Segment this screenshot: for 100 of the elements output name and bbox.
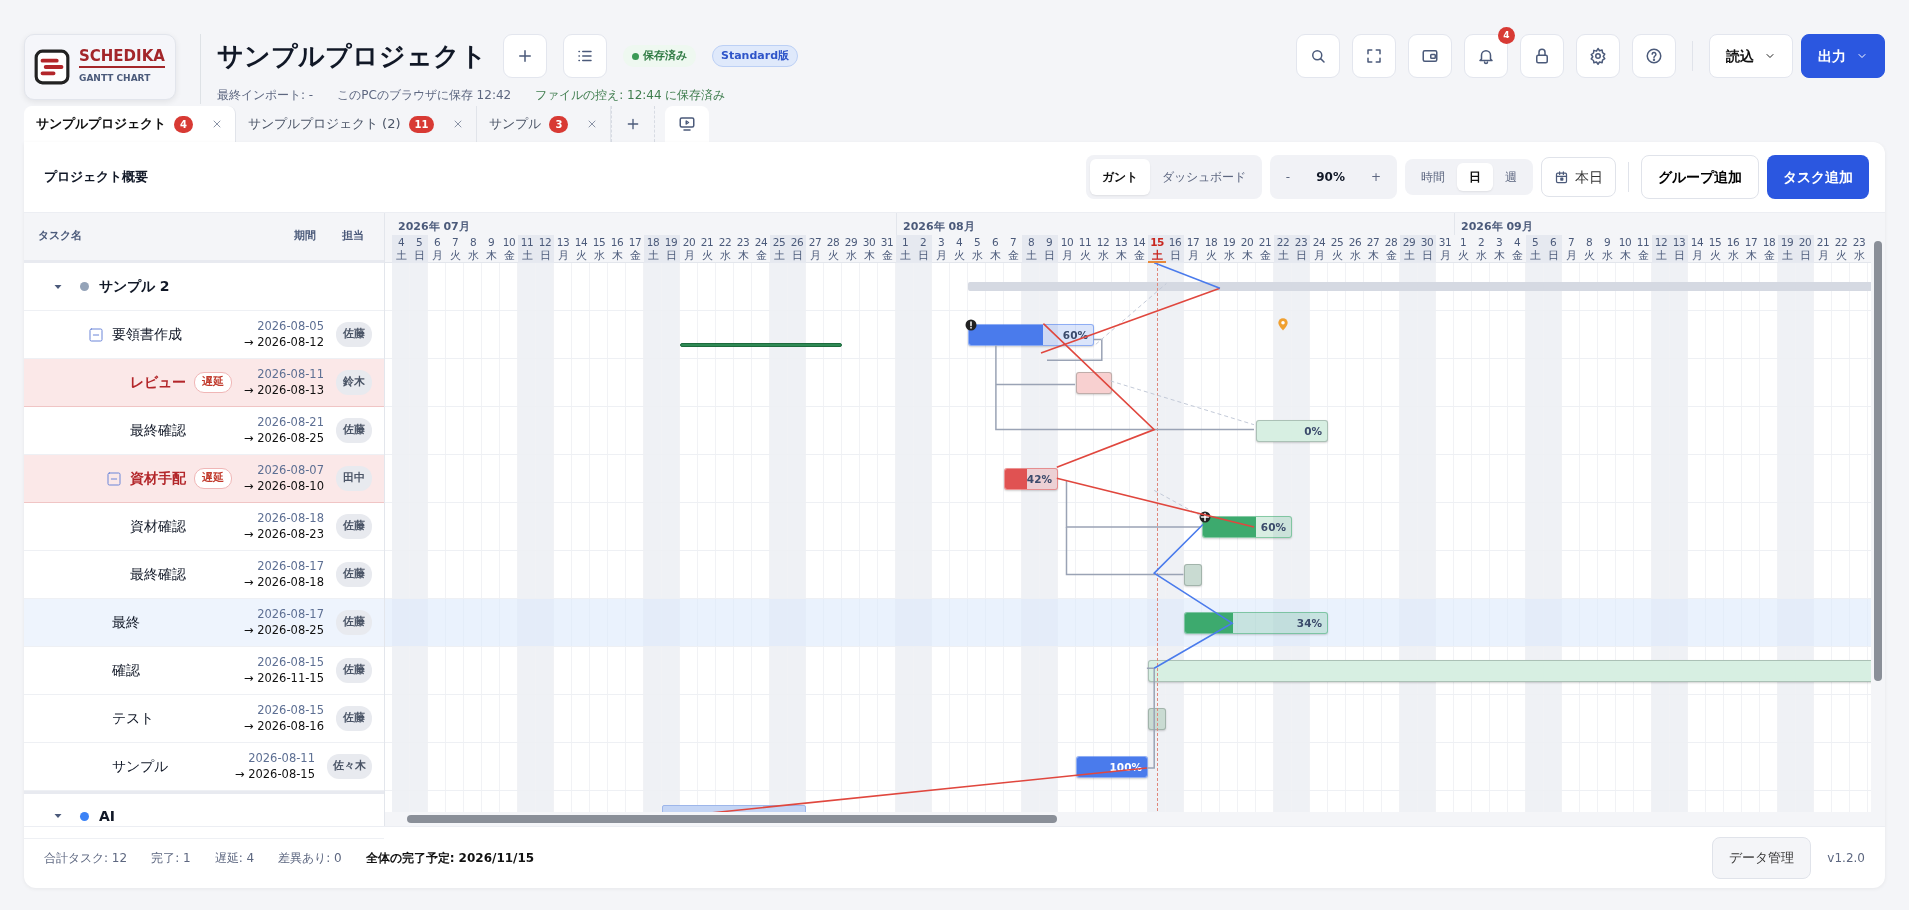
weekday-label: 金	[880, 249, 894, 262]
weekday-label: 水	[1852, 249, 1866, 262]
add-button[interactable]	[503, 34, 547, 78]
add-task-button[interactable]: タスク追加	[1767, 155, 1869, 199]
day-number: 14	[1689, 236, 1705, 249]
assignee-badge: 佐藤	[336, 610, 372, 635]
task-name: 最終確認	[130, 565, 186, 584]
scale-tab[interactable]: 日	[1457, 163, 1493, 191]
day-number: 18	[1761, 236, 1777, 249]
weekday-label: 日	[664, 249, 678, 262]
start-date: 2026-08-11	[247, 751, 315, 767]
day-number: 28	[1383, 236, 1399, 249]
task-bar[interactable]: 42%	[1004, 468, 1058, 490]
footer-stat: 完了: 1	[151, 849, 191, 867]
end-date: → 2026-08-25	[242, 430, 324, 446]
task-bar[interactable]: 60%	[968, 324, 1094, 346]
task-name: テスト	[112, 709, 154, 728]
scale-tab[interactable]: 時間	[1409, 163, 1457, 191]
day-number: 10	[1617, 236, 1633, 249]
day-number: 22	[717, 236, 733, 249]
weekday-label: 日	[1168, 249, 1182, 262]
day-number: 18	[645, 236, 661, 249]
day-number: 2	[918, 236, 928, 249]
task-name: 最終確認	[130, 421, 186, 440]
task-row[interactable]: レビュー 遅延 2026-08-11 → 2026-08-13 鈴木	[24, 359, 384, 407]
weekday-label: 水	[1474, 249, 1488, 262]
task-row[interactable]: 資材手配 遅延 2026-08-07 → 2026-08-10 田中	[24, 455, 384, 503]
settings-button[interactable]	[1576, 34, 1620, 78]
end-date: → 2026-08-13	[242, 382, 324, 398]
column-header: 担当	[342, 228, 364, 245]
weekday-label: 金	[628, 249, 642, 262]
data-management-button[interactable]: データ管理	[1712, 836, 1812, 879]
day-number: 28	[825, 236, 841, 249]
weekday-label: 水	[1600, 249, 1614, 262]
weekday-label: 金	[1762, 249, 1776, 262]
help-icon	[1645, 47, 1663, 65]
day-number: 30	[861, 236, 877, 249]
task-bar[interactable]: 34%	[1184, 612, 1328, 634]
task-row[interactable]: 最終 2026-08-17 → 2026-08-25 佐藤	[24, 599, 384, 647]
weekday-label: 火	[1708, 249, 1722, 262]
month-label: 2026年 09月	[1461, 220, 1533, 233]
group-row[interactable]: AI	[24, 791, 384, 839]
start-date: 2026-08-15	[256, 703, 324, 719]
weekday-label: 木	[988, 249, 1002, 262]
add-group-button[interactable]: グループ追加	[1641, 155, 1759, 199]
save-info: このPCのブラウザに保存 12:42	[337, 87, 512, 104]
day-number: 26	[1347, 236, 1363, 249]
weekday-label: 土	[898, 249, 912, 262]
task-bar[interactable]	[1076, 372, 1112, 394]
collapse-toggle-icon[interactable]	[106, 470, 122, 487]
scale-tab[interactable]: 週	[1493, 163, 1529, 191]
list-button[interactable]	[563, 34, 607, 78]
assignee-badge: 田中	[336, 466, 372, 491]
view-tab[interactable]: ダッシュボード	[1149, 159, 1258, 195]
menu-button[interactable]: 読込	[1709, 34, 1793, 78]
wallet-button[interactable]	[1408, 34, 1452, 78]
day-number: 19	[663, 236, 679, 249]
version-label: v1.2.0	[1827, 849, 1865, 867]
help-button[interactable]	[1632, 34, 1676, 78]
task-name: サンプル	[112, 757, 168, 776]
zoom-out-button[interactable]: -	[1273, 159, 1303, 195]
project-tab[interactable]: サンプルプロジェクト 4	[24, 106, 236, 142]
weekday-label: 月	[1564, 249, 1578, 262]
group-row[interactable]: サンプル 2	[24, 263, 384, 311]
day-number: 20	[1797, 236, 1813, 249]
menu-button[interactable]: 出力	[1801, 34, 1885, 78]
task-bar[interactable]: 100%	[1076, 756, 1148, 778]
end-date: → 2026-08-25	[242, 622, 324, 638]
progress-label: 0%	[1304, 424, 1322, 439]
task-row[interactable]: 確認 2026-08-15 → 2026-11-15 佐藤	[24, 647, 384, 695]
lock-icon	[1533, 47, 1551, 65]
task-bar[interactable]: 60%	[1202, 516, 1292, 538]
zoom-in-button[interactable]: +	[1358, 159, 1393, 195]
task-row[interactable]: サンプル 2026-08-11 → 2026-08-15 佐々木	[24, 743, 384, 791]
weekday-label: 水	[718, 249, 732, 262]
day-number: 21	[699, 236, 715, 249]
vertical-scrollbar[interactable]	[1874, 241, 1882, 681]
horizontal-scrollbar[interactable]	[407, 815, 1057, 823]
weekday-label: 水	[466, 249, 480, 262]
assignee-badge: 佐藤	[336, 514, 372, 539]
today-button[interactable]: 本日	[1541, 157, 1616, 197]
day-number: 9	[486, 236, 496, 249]
task-bar[interactable]: 0%	[1256, 420, 1328, 442]
weekday-label: 金	[1636, 249, 1650, 262]
presentation-button[interactable]	[665, 106, 710, 142]
weekday-label: 土	[394, 249, 408, 262]
task-row[interactable]: 資材確認 2026-08-18 → 2026-08-23 佐藤	[24, 503, 384, 551]
view-tab[interactable]: ガント	[1089, 159, 1150, 195]
search-button[interactable]	[1296, 34, 1340, 78]
weekday-label: 日	[790, 249, 804, 262]
task-row[interactable]: テスト 2026-08-15 → 2026-08-16 佐藤	[24, 695, 384, 743]
fullscreen-button[interactable]	[1352, 34, 1396, 78]
collapse-toggle-icon[interactable]	[88, 326, 104, 343]
column-header: タスク名	[38, 228, 82, 245]
fullscreen-icon	[1365, 47, 1383, 65]
day-number: 31	[1437, 236, 1453, 249]
lock-button[interactable]	[1520, 34, 1564, 78]
task-bar[interactable]	[1184, 564, 1202, 586]
weekday-label: 日	[1546, 249, 1560, 262]
panel-title: プロジェクト概要	[44, 168, 148, 187]
